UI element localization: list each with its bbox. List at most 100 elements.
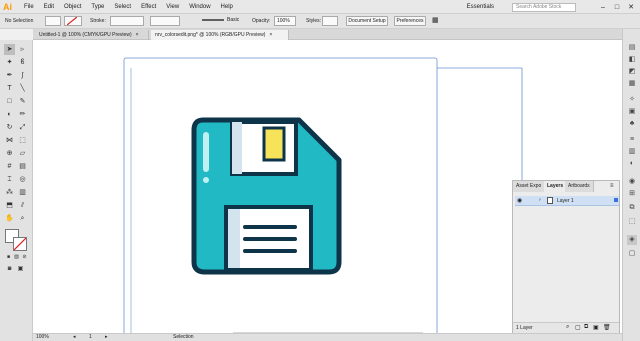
menu-file[interactable]: File (24, 4, 34, 10)
properties-icon[interactable]: ▤ (627, 43, 637, 53)
blend-icon[interactable]: ◎ (17, 174, 28, 185)
layers-panel: Asset Expo Layers Artboards ≡ ◉ › Layer … (512, 180, 620, 333)
menu-effect[interactable]: Effect (141, 4, 156, 10)
current-tool-status: Selection (173, 334, 194, 340)
slice-icon[interactable]: ⫽ (17, 200, 28, 211)
layer-thumbnail (547, 197, 553, 204)
arrange-documents-icon[interactable]: ▦ (432, 16, 439, 24)
pen-icon[interactable]: ✒ (4, 70, 15, 81)
menu-window[interactable]: Window (189, 4, 210, 10)
graphic-styles-icon[interactable]: ▣ (627, 107, 637, 117)
fill-swatch[interactable] (45, 16, 61, 26)
floppy-disk-icon[interactable] (191, 117, 342, 275)
rotate-icon[interactable]: ↻ (4, 122, 15, 133)
none-mode-icon[interactable]: ⊘ (19, 252, 30, 263)
brush-definition-dropdown[interactable]: Basic (200, 16, 244, 26)
rectangle-icon[interactable]: □ (4, 96, 15, 107)
maximize-button[interactable]: □ (612, 4, 622, 11)
adobe-stock-search-input[interactable]: Search Adobe Stock (512, 2, 576, 12)
stroke-weight-field[interactable] (110, 16, 144, 26)
mesh-icon[interactable]: # (4, 161, 15, 172)
visibility-eye-icon[interactable]: ◉ (517, 197, 522, 204)
panel-menu-icon[interactable]: ≡ (610, 183, 614, 189)
styles-label: Styles: (306, 18, 322, 24)
layer-row[interactable]: ◉ › Layer 1 (515, 196, 619, 206)
transparency-icon[interactable]: ◐ (627, 159, 637, 169)
lasso-icon[interactable]: ϐ (17, 57, 28, 68)
preferences-button[interactable]: Preferences (394, 16, 426, 26)
perspective-icon[interactable]: ▱ (17, 148, 28, 159)
swatches-icon[interactable]: ▦ (627, 79, 637, 89)
zoom-icon[interactable]: ⌕ (17, 213, 28, 224)
artboards-icon[interactable]: ▢ (627, 249, 637, 259)
zoom-level[interactable]: 100% (36, 334, 49, 341)
artboard-navigation-prev-icon[interactable]: ◂ (73, 334, 76, 341)
close-button[interactable]: ✕ (626, 3, 636, 11)
illustrator-logo: Ai (3, 1, 12, 12)
magic-wand-icon[interactable]: ✦ (4, 57, 15, 68)
locate-object-icon[interactable]: ⌕ (566, 324, 569, 331)
artboard-icon[interactable]: ⬒ (4, 200, 15, 211)
layer-name[interactable]: Layer 1 (557, 198, 574, 204)
gradient-panel-icon[interactable]: ▥ (627, 147, 637, 157)
menu-object[interactable]: Object (64, 4, 81, 10)
shape-builder-icon[interactable]: ⊕ (4, 148, 15, 159)
menu-view[interactable]: View (166, 4, 179, 10)
libraries-icon[interactable]: ◧ (627, 55, 637, 65)
opacity-field[interactable]: 100% (274, 16, 296, 26)
transform-icon[interactable]: ⬚ (627, 217, 637, 227)
hand-icon[interactable]: ✋ (4, 213, 15, 224)
line-icon[interactable]: ╲ (17, 83, 28, 94)
delete-layer-icon[interactable]: 🗑 (603, 324, 611, 331)
new-sublayer-icon[interactable]: ⧉ (584, 324, 588, 331)
symbol-sprayer-icon[interactable]: ⁂ (4, 187, 15, 198)
screen-mode-icon[interactable]: ▣ (15, 264, 26, 275)
layers-icon[interactable]: ◈ (627, 235, 637, 245)
new-layer-icon[interactable]: ▣ (593, 324, 599, 331)
curvature-icon[interactable]: ∫ (17, 70, 28, 81)
brushes-icon[interactable]: ✧ (627, 95, 637, 105)
artboard-number[interactable]: 1 (89, 334, 92, 341)
type-icon[interactable]: T (4, 83, 15, 94)
document-setup-button[interactable]: Document Setup (346, 16, 388, 26)
color-icon[interactable]: ◩ (627, 67, 637, 77)
pencil-icon[interactable]: ✏ (17, 109, 28, 120)
stroke-swatch[interactable] (64, 16, 82, 26)
menu-help[interactable]: Help (221, 4, 233, 10)
gradient-icon[interactable]: ▤ (17, 161, 28, 172)
paintbrush-icon[interactable]: ✎ (17, 96, 28, 107)
align-icon[interactable]: ⊞ (627, 189, 637, 199)
clipping-mask-icon[interactable]: ▢ (575, 324, 581, 331)
expand-chevron-icon[interactable]: › (539, 197, 541, 203)
tab-artboards[interactable]: Artboards (565, 181, 594, 192)
tab-asset-export[interactable]: Asset Expo (513, 181, 546, 192)
selection-status: No Selection (5, 18, 34, 24)
selection-tool-icon[interactable]: ➤ (4, 44, 15, 55)
artboard-navigation-next-icon[interactable]: ▸ (105, 334, 108, 341)
eyedropper-icon[interactable]: ⌶ (4, 174, 15, 185)
draw-mode-icon[interactable]: ◙ (4, 264, 15, 275)
direct-selection-tool-icon[interactable]: ▹ (17, 44, 28, 55)
graph-icon[interactable]: ▥ (17, 187, 28, 198)
pathfinder-icon[interactable]: ⧉ (627, 203, 637, 213)
scale-icon[interactable]: ⤢ (17, 122, 28, 133)
tab-layers[interactable]: Layers (544, 181, 568, 192)
minimize-button[interactable]: – (598, 4, 608, 11)
tab-close-icon[interactable]: × (136, 32, 139, 38)
menu-type[interactable]: Type (91, 4, 104, 10)
tab-close-icon[interactable]: × (269, 32, 272, 38)
stroke-color-swatch[interactable] (13, 237, 27, 251)
shaper-icon[interactable]: ◐ (4, 109, 15, 120)
menu-edit[interactable]: Edit (44, 4, 54, 10)
variable-width-dropdown[interactable] (150, 16, 180, 26)
workspace-switcher[interactable]: Essentials (467, 4, 494, 10)
free-transform-icon[interactable]: ⬚ (17, 135, 28, 146)
appearance-icon[interactable]: ◉ (627, 177, 637, 187)
tab-nrv-colorsedit[interactable]: nrv_colorsedit.png* @ 100% (RGB/GPU Prev… (151, 30, 289, 40)
tab-untitled-1[interactable]: Untitled-1 @ 100% (CMYK/GPU Preview) × (35, 30, 149, 40)
symbols-icon[interactable]: ♣ (627, 119, 637, 129)
width-icon[interactable]: ⋈ (4, 135, 15, 146)
stroke-icon[interactable]: ≡ (627, 135, 637, 145)
styles-dropdown[interactable] (322, 16, 338, 26)
menu-select[interactable]: Select (114, 4, 131, 10)
